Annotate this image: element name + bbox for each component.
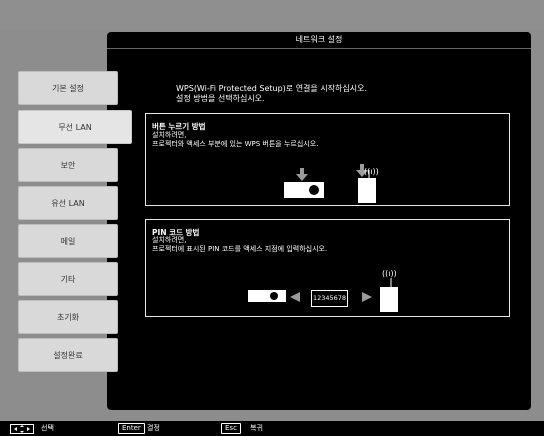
top-band [0,0,544,30]
sidebar-item-reset[interactable]: 초기화 [18,300,118,334]
wireless-signal-icon: ((ı)) [364,167,379,176]
esc-key[interactable]: Esc [221,423,241,434]
enter-key[interactable]: Enter [118,423,145,434]
sidebar-item-label: 무선 LAN [58,122,92,132]
sidebar-item-label: 메일 [60,236,76,246]
arrow-right-icon [362,292,372,302]
sidebar-item-wired-lan[interactable]: 유선 LAN [18,186,118,220]
sidebar-item-wireless-lan[interactable]: 무선 LAN [18,110,132,144]
push-button-method-desc: 설치하려면, 프로젝터와 액세스 부분에 있는 WPS 버튼을 누르십시오. [152,131,319,148]
enter-label: 결정 [147,424,160,432]
sidebar-item-label: 유선 LAN [51,198,85,208]
sidebar-item-label: 초기화 [56,312,80,322]
esc-label: 복귀 [250,424,263,432]
sidebar-item-basic-settings[interactable]: 기본 설정 [18,71,118,105]
projector-icon [248,290,286,302]
sidebar-item-complete[interactable]: 설정완료 [18,338,118,372]
sidebar-item-label: 설정완료 [53,350,83,360]
arrow-left-icon [290,292,300,302]
pin-code-method-desc: 설치하려면, 프로젝터에 표시된 PIN 코드를 액세스 지점에 입력하십시오. [152,236,328,253]
intro-text: WPS(Wi-Fi Protected Setup)로 연결을 시작하십시오. … [176,84,368,103]
sidebar-item-security[interactable]: 보안 [18,148,118,182]
select-label: 선택 [41,424,54,432]
footer-bar [0,421,544,436]
svg-text:((ı)): ((ı)) [382,269,397,278]
projector-icon [284,168,324,198]
sidebar-item-label: 기본 설정 [52,83,84,93]
pin-code-display: 12345678 [311,290,348,307]
move-arrows-icon [10,424,34,434]
window-title: 네트워크 설정 [295,35,343,44]
sidebar-item-label: 보안 [60,160,76,170]
sidebar-item-label: 기타 [60,274,76,284]
svg-text:((ı)): ((ı)) [364,167,379,176]
wireless-signal-icon: ((ı)) [382,269,397,278]
access-point-icon [380,278,398,312]
title-divider [107,48,531,49]
sidebar-item-mail[interactable]: 메일 [18,224,118,258]
sidebar-item-other[interactable]: 기타 [18,262,118,296]
